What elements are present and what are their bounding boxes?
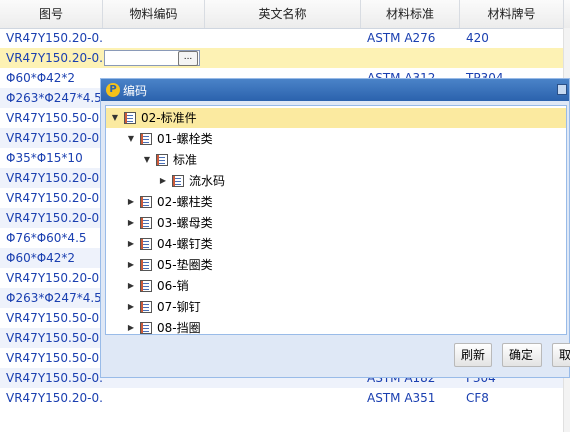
collapse-arrow-icon[interactable]: ▶ bbox=[126, 192, 136, 212]
collapse-arrow-icon[interactable]: ▶ bbox=[158, 171, 168, 191]
tree-node[interactable]: ▶ 03-螺母类 bbox=[106, 213, 566, 233]
tree-node-label: 01-螺栓类 bbox=[157, 132, 213, 146]
cell-tuhao[interactable]: VR47Y150.20-0... bbox=[0, 168, 103, 188]
document-list-icon bbox=[140, 259, 152, 271]
tree-node[interactable]: ▼ 02-标准件 bbox=[106, 108, 566, 128]
document-list-icon bbox=[140, 301, 152, 313]
code-tree: ▼ 02-标准件 ▼ 01-螺栓类 ▼ 标准 ▶ 流水码 ▶ 02-螺柱类 ▶ 03-螺母类 ▶ 04-螺… bbox=[105, 105, 567, 335]
tree-node-label: 03-螺母类 bbox=[157, 216, 213, 230]
document-list-icon bbox=[140, 238, 152, 250]
col-header-material-grade[interactable]: 材料牌号 bbox=[460, 0, 564, 28]
cell-tuhao[interactable]: VR47Y150.20-0... bbox=[0, 128, 103, 148]
dialog-titlebar[interactable]: P 编码 bbox=[101, 79, 569, 101]
refresh-button[interactable]: 刷新 bbox=[454, 343, 492, 367]
expand-arrow-icon[interactable]: ▼ bbox=[110, 108, 120, 128]
cell-material-grade[interactable] bbox=[460, 48, 564, 68]
tree-node[interactable]: ▶ 流水码 bbox=[106, 171, 566, 191]
collapse-arrow-icon[interactable]: ▶ bbox=[126, 297, 136, 317]
app-logo-icon: P bbox=[106, 83, 120, 97]
tree-node[interactable]: ▼ 01-螺栓类 bbox=[106, 129, 566, 149]
tree-node[interactable]: ▼ 标准 bbox=[106, 150, 566, 170]
ok-button[interactable]: 确定 bbox=[502, 343, 542, 367]
expand-arrow-icon[interactable]: ▼ bbox=[142, 150, 152, 170]
cell-tuhao[interactable]: VR47Y150.50-0... bbox=[0, 108, 103, 128]
cell-tuhao[interactable]: VR47Y150.50-0... bbox=[0, 368, 103, 388]
cell-tuhao[interactable]: VR47Y150.50-0... bbox=[0, 328, 103, 348]
tree-node[interactable]: ▶ 08-挡圈 bbox=[106, 318, 566, 335]
cell-material-grade[interactable]: 420 bbox=[460, 28, 564, 48]
tree-node-label: 06-销 bbox=[157, 279, 189, 293]
dialog-title: 编码 bbox=[123, 84, 148, 98]
col-header-english-name[interactable]: 英文名称 bbox=[205, 0, 361, 28]
cell-tuhao[interactable]: VR47Y150.20-0... bbox=[0, 188, 103, 208]
cell-tuhao[interactable]: Φ60*Φ42*2 bbox=[0, 248, 103, 268]
collapse-arrow-icon[interactable]: ▶ bbox=[126, 234, 136, 254]
cell-material-standard[interactable] bbox=[361, 48, 460, 68]
tree-node-label: 07-铆钉 bbox=[157, 300, 201, 314]
tree-node[interactable]: ▶ 02-螺柱类 bbox=[106, 192, 566, 212]
col-header-material-standard[interactable]: 材料标准 bbox=[361, 0, 460, 28]
cell-tuhao[interactable]: VR47Y150.20-0... bbox=[0, 48, 103, 68]
cell-tuhao[interactable]: VR47Y150.50-0... bbox=[0, 348, 103, 368]
document-list-icon bbox=[124, 112, 136, 124]
cell-tuhao[interactable]: VR47Y150.20-0... bbox=[0, 28, 103, 48]
cell-tuhao[interactable]: Φ60*Φ42*2 bbox=[0, 68, 103, 88]
tree-node-label: 04-螺钉类 bbox=[157, 237, 213, 251]
document-list-icon bbox=[156, 154, 168, 166]
tree-node-label: 标准 bbox=[173, 153, 198, 167]
document-list-icon bbox=[172, 175, 184, 187]
tree-node[interactable]: ▶ 06-销 bbox=[106, 276, 566, 296]
collapse-arrow-icon[interactable]: ▶ bbox=[126, 213, 136, 233]
cell-tuhao[interactable]: Φ76*Φ60*4.5 bbox=[0, 228, 103, 248]
document-list-icon bbox=[140, 322, 152, 334]
document-list-icon bbox=[140, 280, 152, 292]
cancel-button[interactable]: 取 bbox=[552, 343, 570, 367]
grid-header: 图号 物料编码 英文名称 材料标准 材料牌号 bbox=[0, 0, 570, 29]
code-dialog: P 编码 ▼ 02-标准件 ▼ 01-螺栓类 ▼ 标准 ▶ 流水码 ▶ 02-螺柱类 ▶ 03-螺母类… bbox=[100, 78, 570, 378]
tree-node[interactable]: ▶ 04-螺钉类 bbox=[106, 234, 566, 254]
document-list-icon bbox=[140, 196, 152, 208]
cell-material-standard[interactable]: ASTM A351 bbox=[361, 388, 460, 408]
tree-node-label: 05-垫圈类 bbox=[157, 258, 213, 272]
cell-tuhao[interactable]: Φ263*Φ247*4.5 bbox=[0, 88, 103, 108]
cell-material-grade[interactable]: CF8 bbox=[460, 388, 564, 408]
material-code-input[interactable]: ... bbox=[104, 50, 200, 66]
cell-tuhao[interactable]: VR47Y150.20-0... bbox=[0, 208, 103, 228]
collapse-arrow-icon[interactable]: ▶ bbox=[126, 255, 136, 275]
tree-node-label: 08-挡圈 bbox=[157, 321, 201, 335]
cell-tuhao[interactable]: VR47Y150.50-0... bbox=[0, 308, 103, 328]
cell-tuhao[interactable]: VR47Y150.20-0... bbox=[0, 388, 103, 408]
cell-tuhao[interactable]: VR47Y150.20-0... bbox=[0, 268, 103, 288]
tree-node-label: 流水码 bbox=[189, 174, 226, 188]
document-list-icon bbox=[140, 217, 152, 229]
dialog-button-bar: 刷新 确定 取 bbox=[101, 341, 570, 371]
tree-node-label: 02-标准件 bbox=[141, 111, 197, 125]
collapse-arrow-icon[interactable]: ▶ bbox=[126, 318, 136, 334]
tree-node[interactable]: ▶ 07-铆钉 bbox=[106, 297, 566, 317]
cell-tuhao[interactable]: Φ35*Φ15*10 bbox=[0, 148, 103, 168]
table-row[interactable]: VR47Y150.20-0...... bbox=[0, 48, 570, 68]
tree-node-label: 02-螺柱类 bbox=[157, 195, 213, 209]
browse-button[interactable]: ... bbox=[178, 51, 198, 66]
table-row[interactable]: VR47Y150.20-0... ASTM A276 420 bbox=[0, 28, 570, 48]
col-header-material-code[interactable]: 物料编码 bbox=[103, 0, 205, 28]
table-row[interactable]: VR47Y150.20-0... ASTM A351 CF8 bbox=[0, 388, 570, 408]
collapse-arrow-icon[interactable]: ▶ bbox=[126, 276, 136, 296]
cell-material-standard[interactable]: ASTM A276 bbox=[361, 28, 460, 48]
window-tool-icon[interactable] bbox=[557, 84, 567, 95]
col-header-tuhao[interactable]: 图号 bbox=[0, 0, 103, 28]
document-list-icon bbox=[140, 133, 152, 145]
expand-arrow-icon[interactable]: ▼ bbox=[126, 129, 136, 149]
cell-tuhao[interactable]: Φ263*Φ247*4.5 bbox=[0, 288, 103, 308]
tree-node[interactable]: ▶ 05-垫圈类 bbox=[106, 255, 566, 275]
